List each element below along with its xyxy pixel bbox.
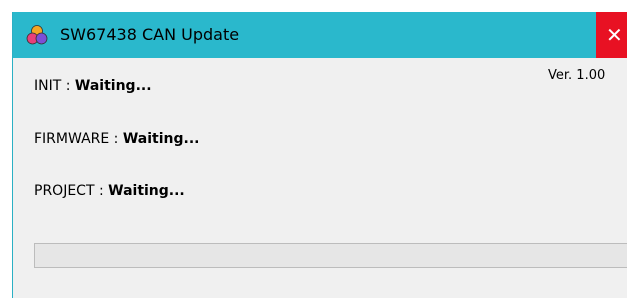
init-value: Waiting... (74, 78, 152, 94)
update-window: SW67438 CAN Update ✕ Ver. 1.00 INIT : Wa… (12, 12, 627, 298)
close-icon: ✕ (606, 23, 623, 47)
update-progress-bar (34, 243, 627, 268)
firmware-value: Waiting... (122, 131, 200, 147)
init-status: INIT : Waiting... (34, 78, 152, 94)
project-value: Waiting... (108, 183, 185, 199)
firmware-status: FIRMWARE : Waiting... (34, 131, 199, 147)
init-label: INIT : (34, 78, 71, 94)
window-title: SW67438 CAN Update (60, 25, 240, 44)
app-logo-icon (26, 24, 48, 46)
firmware-label: FIRMWARE : (34, 131, 119, 147)
project-label: PROJECT : (34, 183, 104, 199)
project-status: PROJECT : Waiting... (34, 183, 185, 199)
title-bar[interactable]: SW67438 CAN Update ✕ (13, 12, 627, 58)
close-button[interactable]: ✕ (596, 12, 627, 58)
version-label: Ver. 1.00 (548, 68, 606, 83)
